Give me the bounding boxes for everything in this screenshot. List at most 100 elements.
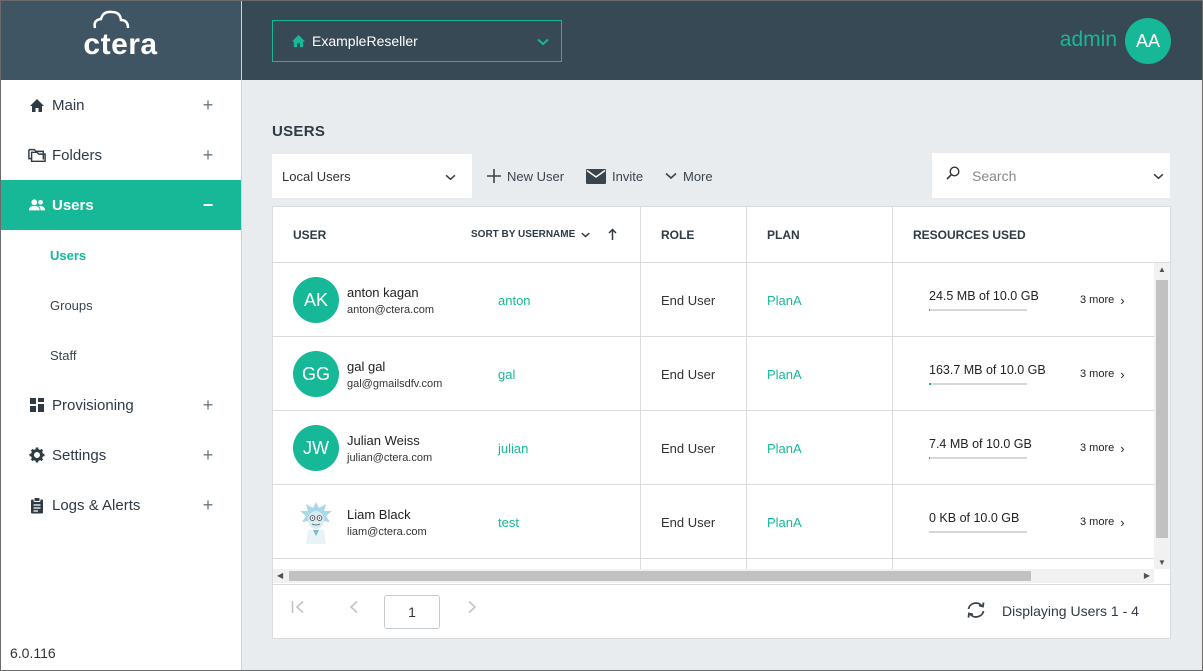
user-email: julian@ctera.com <box>347 451 433 464</box>
user-type-select[interactable]: Local Users <box>272 154 472 198</box>
page-number-input[interactable] <box>384 595 440 629</box>
admin-username[interactable]: admin <box>1060 28 1117 52</box>
table-row[interactable]: GG gal gal gal@gmailsdfv.com gal End Use… <box>273 337 1154 411</box>
user-email: liam@ctera.com <box>347 525 427 538</box>
logo-text: ctera <box>83 28 158 61</box>
chevron-right-icon: › <box>1120 366 1125 382</box>
resources-used: 163.7 MB of 10.0 GB <box>929 337 1046 411</box>
sort-ascending-icon[interactable] <box>608 228 617 241</box>
reseller-name: ExampleReseller <box>312 33 418 49</box>
username-link[interactable]: anton <box>498 263 531 337</box>
user-full-name: gal gal <box>347 358 386 374</box>
sort-by-label: SORT BY USERNAME <box>471 229 576 240</box>
nav-main-label: Main <box>52 96 85 114</box>
more-resources-link[interactable]: 3 more › <box>1080 367 1125 382</box>
subnav-staff[interactable]: Staff <box>0 330 241 380</box>
col-plan-header[interactable]: PLAN <box>767 207 800 262</box>
nav-provisioning[interactable]: Provisioning + <box>0 380 241 430</box>
plan-link[interactable]: PlanA <box>767 337 802 411</box>
chevron-right-icon: › <box>1120 292 1125 308</box>
user-role: End User <box>661 514 716 530</box>
invite-button[interactable]: Invite <box>586 164 643 188</box>
horizontal-scrollbar[interactable]: ◀ ▶ <box>273 569 1154 583</box>
reseller-selector[interactable]: ExampleReseller <box>272 20 562 62</box>
plan-link[interactable]: PlanA <box>767 485 802 559</box>
search-box[interactable] <box>932 153 1170 198</box>
col-role-header[interactable]: ROLE <box>661 207 694 262</box>
nav-main[interactable]: Main + <box>0 80 241 130</box>
user-role: End User <box>661 292 716 308</box>
new-user-button[interactable]: New User <box>487 164 564 188</box>
more-resources-link[interactable]: 3 more › <box>1080 293 1125 308</box>
resources-used: 7.4 MB of 10.0 GB <box>929 411 1032 485</box>
collapse-icon[interactable]: − <box>201 195 215 216</box>
vertical-scrollbar[interactable]: ▲ ▼ <box>1154 263 1170 569</box>
plan-link[interactable]: PlanA <box>767 411 802 485</box>
more-resources-link[interactable]: 3 more › <box>1080 441 1125 456</box>
refresh-icon[interactable] <box>965 601 987 619</box>
user-photo-avatar <box>293 499 339 545</box>
scroll-left-arrow-icon[interactable]: ◀ <box>277 571 283 580</box>
more-label: 3 more <box>1080 368 1115 380</box>
cloud-logo-icon <box>93 10 130 29</box>
nav-settings[interactable]: Settings + <box>0 430 241 480</box>
gear-icon <box>28 446 46 464</box>
username-link[interactable]: gal <box>498 337 515 411</box>
col-resources-header[interactable]: RESOURCES USED <box>913 207 1026 262</box>
usage-bar <box>929 309 1027 311</box>
sidebar: ctera Main + Folders + Users − Users Gro… <box>0 0 242 671</box>
plan-link[interactable]: PlanA <box>767 263 802 337</box>
nav-folders[interactable]: Folders + <box>0 130 241 180</box>
chevron-down-icon <box>445 169 456 184</box>
nav-logs-alerts[interactable]: Logs & Alerts + <box>0 480 241 530</box>
nav-users[interactable]: Users − <box>0 180 241 230</box>
plus-icon <box>487 169 501 183</box>
col-user-header: USER <box>293 227 327 242</box>
usage-bar-fill <box>929 383 931 385</box>
table-row[interactable]: Liam Black liam@ctera.com test End User … <box>273 485 1154 559</box>
expand-icon[interactable]: + <box>201 145 215 166</box>
username-link[interactable]: test <box>498 485 519 559</box>
more-resources-link[interactable]: 3 more › <box>1080 515 1125 530</box>
usage-bar <box>929 383 1027 385</box>
expand-icon[interactable]: + <box>201 95 215 116</box>
envelope-icon <box>586 168 606 184</box>
resources-used: 24.5 MB of 10.0 GB <box>929 263 1039 337</box>
user-full-name: Liam Black <box>347 506 411 522</box>
admin-avatar[interactable]: AA <box>1125 18 1171 64</box>
table-row[interactable]: AK anton kagan anton@ctera.com anton End… <box>273 263 1154 337</box>
expand-icon[interactable]: + <box>201 395 215 416</box>
scroll-up-arrow-icon[interactable]: ▲ <box>1158 265 1166 274</box>
more-label: 3 more <box>1080 442 1115 454</box>
next-page-icon[interactable] <box>467 599 477 619</box>
version-label: 6.0.116 <box>10 645 56 661</box>
nav-users-label: Users <box>52 196 94 214</box>
subnav-users[interactable]: Users <box>0 230 241 280</box>
sort-by-username[interactable]: SORT BY USERNAME <box>471 207 617 262</box>
prev-page-icon[interactable] <box>349 599 359 619</box>
more-label: 3 more <box>1080 294 1115 306</box>
display-count: Displaying Users 1 - 4 <box>1002 603 1139 619</box>
page-title: USERS <box>272 123 326 140</box>
chevron-right-icon: › <box>1120 514 1125 530</box>
expand-icon[interactable]: + <box>201 495 215 516</box>
search-input[interactable] <box>972 167 1153 184</box>
resources-text: 24.5 MB of 10.0 GB <box>929 289 1039 303</box>
scroll-right-arrow-icon[interactable]: ▶ <box>1144 571 1150 580</box>
usage-bar-fill <box>929 457 931 459</box>
first-page-icon[interactable] <box>291 599 305 619</box>
scroll-down-arrow-icon[interactable]: ▼ <box>1158 558 1166 567</box>
table-row[interactable]: JW Julian Weiss julian@ctera.com julian … <box>273 411 1154 485</box>
horizontal-scroll-thumb[interactable] <box>289 571 1031 581</box>
nav-logs-alerts-label: Logs & Alerts <box>52 496 141 514</box>
clipboard-icon <box>28 496 46 514</box>
subnav-groups[interactable]: Groups <box>0 280 241 330</box>
chevron-right-icon: › <box>1120 440 1125 456</box>
chevron-down-icon[interactable] <box>1153 167 1164 185</box>
more-button[interactable]: More <box>665 164 713 188</box>
username-link[interactable]: julian <box>498 411 528 485</box>
user-type-value: Local Users <box>282 168 351 184</box>
new-user-label: New User <box>507 168 565 184</box>
vertical-scroll-thumb[interactable] <box>1156 280 1168 538</box>
expand-icon[interactable]: + <box>201 445 215 466</box>
